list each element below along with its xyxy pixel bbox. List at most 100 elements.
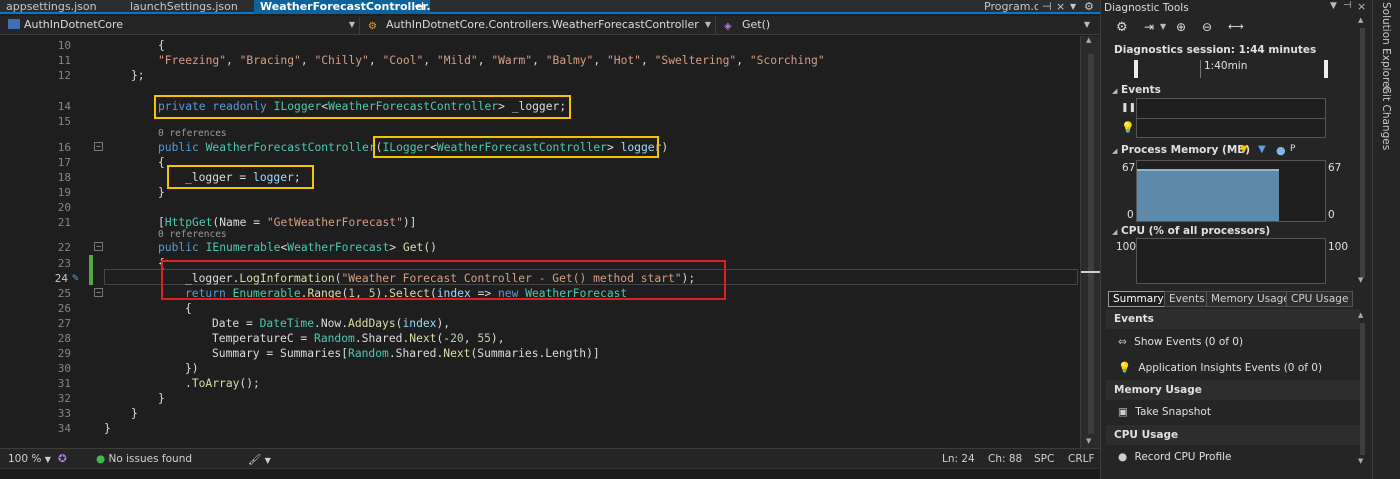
summary-cpu-header: CPU Usage — [1106, 425, 1360, 445]
tab-appsettings[interactable]: appsettings.json — [0, 0, 120, 14]
settings-gear-icon[interactable]: ⚙ — [1116, 20, 1128, 35]
gc-legend-icon: ▼ — [1240, 144, 1248, 155]
reset-zoom-icon[interactable]: ⟷ — [1228, 20, 1244, 33]
scroll-down-icon[interactable]: ▼ — [1358, 457, 1363, 465]
memory-label: Process Memory (MB) — [1121, 144, 1251, 156]
line-indicator[interactable]: Ln: 24 — [942, 453, 975, 465]
application-insights-icon: 💡 — [1118, 362, 1132, 374]
solution-explorer-tab[interactable]: Solution Explorer — [1380, 2, 1392, 92]
take-snapshot-label: Take Snapshot — [1135, 406, 1211, 418]
zoom-level[interactable]: 100 % ▼ — [8, 453, 51, 465]
memory-axis-max: 67 — [1122, 162, 1136, 174]
scroll-up-icon[interactable]: ▲ — [1358, 16, 1363, 24]
graph-scrollbar[interactable]: ▲ ▼ — [1357, 0, 1369, 290]
pin-icon[interactable]: ⊣ — [414, 0, 424, 14]
pin-icon[interactable]: ⊣ — [1040, 0, 1054, 14]
member-label: Get() — [742, 18, 771, 31]
events-section-toggle[interactable]: ◢ Events — [1112, 84, 1161, 96]
issues-indicator[interactable]: ● No issues found — [96, 453, 192, 465]
scroll-thumb[interactable] — [1360, 323, 1365, 455]
application-insights-icon: 💡 — [1121, 121, 1135, 134]
record-icon: ● — [1118, 451, 1128, 463]
app-insights-events-link[interactable]: 💡 Application Insights Events (0 of 0) — [1118, 361, 1322, 374]
panel-title: Diagnostic Tools — [1104, 2, 1189, 14]
project-dropdown[interactable]: AuthInDotnetCore ▼ — [4, 17, 360, 34]
camera-icon: ▣ — [1118, 406, 1128, 418]
code-cleanup-icon[interactable]: 🖌 ▼ — [248, 453, 271, 466]
tab-program[interactable]: Program.cs — [978, 0, 1038, 14]
chevron-down-icon: ▼ — [1083, 20, 1090, 29]
take-snapshot-button[interactable]: ▣ Take Snapshot — [1118, 406, 1211, 418]
tool-window-rail: Solution Explorer Git Changes — [1372, 0, 1400, 479]
tab-summary[interactable]: Summary — [1108, 291, 1169, 307]
scroll-thumb[interactable] — [1360, 28, 1365, 278]
caret-position-marker — [1081, 271, 1100, 273]
cpu-section-toggle[interactable]: ◢ CPU (% of all processors) — [1112, 225, 1270, 237]
editor-status-bar: 100 % ▼ ✪ ● No issues found 🖌 ▼ Ln: 24 C… — [0, 448, 1100, 468]
zoom-in-icon[interactable]: ⊕ — [1176, 20, 1186, 34]
break-events-icon: ❚❚ — [1121, 103, 1137, 113]
scroll-down-icon[interactable]: ▼ — [1086, 437, 1091, 445]
chevron-down-icon[interactable]: ▼ — [1160, 22, 1166, 31]
line-ending-indicator[interactable]: CRLF — [1068, 453, 1095, 465]
snapshot-legend-icon: ▼ — [1258, 144, 1266, 155]
cpu-axis-max: 100 — [1116, 241, 1137, 253]
document-tab-strip: appsettings.json launchSettings.json Wea… — [0, 0, 1100, 14]
session-duration: Diagnostics session: 1:44 minutes — [1114, 44, 1317, 56]
show-events-link[interactable]: ⇔ Show Events (0 of 0) — [1118, 336, 1243, 348]
timeline-end-marker[interactable] — [1324, 60, 1328, 78]
scroll-down-icon[interactable]: ▼ — [1358, 276, 1363, 284]
events-label: Events — [1121, 84, 1161, 96]
editor-vertical-scrollbar[interactable]: ▲ ▼ — [1080, 36, 1100, 448]
whitespace-indicator[interactable]: SPC — [1034, 453, 1054, 465]
summary-scrollbar[interactable]: ▲ ▼ — [1357, 309, 1369, 469]
zoom-out-icon[interactable]: ⊖ — [1202, 20, 1212, 34]
memory-usage-area — [1137, 169, 1279, 221]
memory-axis-min: 0 — [1328, 209, 1335, 221]
record-cpu-profile-button[interactable]: ● Record CPU Profile — [1118, 451, 1231, 463]
cpu-graph[interactable] — [1136, 238, 1326, 284]
panel-dropdown-icon[interactable]: ▼ — [1330, 1, 1337, 11]
tab-events[interactable]: Events — [1164, 291, 1210, 307]
type-label: AuthInDotnetCore.Controllers.WeatherFore… — [386, 18, 699, 31]
member-dropdown[interactable]: ◈ Get() ▼ — [720, 17, 1094, 34]
chevron-down-icon: ▼ — [348, 20, 355, 29]
code-editor[interactable] — [0, 36, 1080, 448]
export-icon[interactable]: ⇥ — [1144, 20, 1154, 34]
tab-label: WeatherForecastController.cs — [260, 0, 430, 13]
show-events-label: Show Events (0 of 0) — [1134, 336, 1244, 348]
tab-weatherforecastcontroller[interactable]: WeatherForecastController.cs ⊣ × — [254, 0, 430, 14]
project-label: AuthInDotnetCore — [24, 18, 124, 31]
divider — [1136, 118, 1326, 119]
issues-label: No issues found — [108, 453, 193, 465]
cpu-label: CPU (% of all processors) — [1121, 225, 1271, 237]
overflow-dropdown-icon[interactable]: ▼ — [1068, 0, 1082, 14]
git-changes-tab[interactable]: Git Changes — [1380, 86, 1392, 150]
tab-memory-usage[interactable]: Memory Usage — [1206, 291, 1295, 307]
column-indicator[interactable]: Ch: 88 — [988, 453, 1022, 465]
scroll-thumb[interactable] — [1088, 54, 1094, 434]
pin-icon[interactable]: ⊣ — [1343, 0, 1352, 11]
summary-events-header: Events — [1106, 309, 1360, 329]
tab-cpu-usage[interactable]: CPU Usage — [1286, 291, 1354, 307]
timeline-start-marker[interactable] — [1134, 60, 1138, 78]
copilot-icon[interactable]: ✪ — [58, 453, 67, 465]
class-icon: ⚙ — [368, 21, 377, 32]
scroll-up-icon[interactable]: ▲ — [1086, 36, 1091, 44]
gear-icon[interactable]: ⚙ — [1082, 0, 1100, 14]
memory-axis-min: 0 — [1127, 209, 1134, 221]
method-icon: ◈ — [724, 21, 732, 32]
type-dropdown[interactable]: ⚙ AuthInDotnetCore.Controllers.WeatherFor… — [364, 17, 716, 34]
memory-graph[interactable] — [1136, 160, 1326, 222]
chevron-down-icon: ▼ — [704, 20, 711, 29]
record-cpu-label: Record CPU Profile — [1134, 451, 1232, 463]
memory-section-toggle[interactable]: ◢ Process Memory (MB) — [1112, 144, 1250, 156]
cpu-axis-max: 100 — [1328, 241, 1349, 253]
tab-launchsettings[interactable]: launchSettings.json — [124, 0, 252, 14]
private-bytes-legend-icon: ● — [1276, 144, 1286, 157]
summary-memory-header: Memory Usage — [1106, 380, 1360, 400]
link-icon: ⇔ — [1118, 336, 1127, 348]
close-icon[interactable]: × — [1054, 0, 1068, 14]
csharp-project-icon — [8, 19, 20, 29]
scroll-up-icon[interactable]: ▲ — [1358, 311, 1363, 319]
